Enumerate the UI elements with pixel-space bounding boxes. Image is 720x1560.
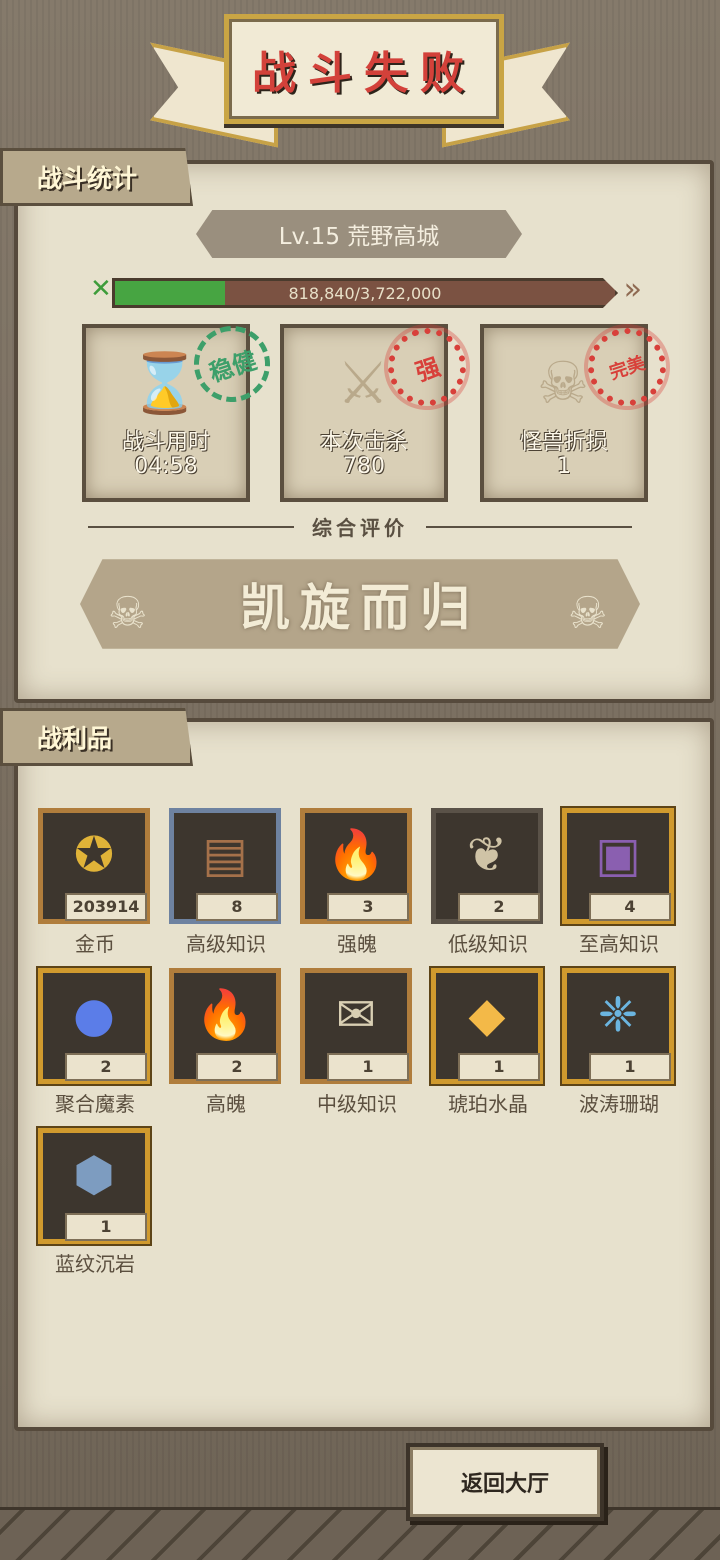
progress-bar: ✕ 818,840/3,722,000 »: [90, 272, 642, 308]
loot-tab-label: 战利品: [37, 724, 113, 753]
hourglass-icon: ⌛: [128, 348, 202, 417]
rating-banner: 凯旋而归: [80, 559, 640, 649]
loot-frame: 🔥 3: [300, 808, 412, 924]
loot-item[interactable]: ⬢ 1 蓝纹沉岩: [34, 1128, 156, 1278]
loot-count: 1: [458, 1053, 540, 1081]
return-button-label: 返回大厅: [460, 1472, 549, 1497]
progress-text: 818,840/3,722,000: [288, 283, 442, 303]
loot-count: 2: [458, 893, 540, 921]
loot-name: 中级知识: [317, 1092, 397, 1116]
loot-frame: ❈ 1: [562, 968, 674, 1084]
banner-main: 战斗失败: [224, 14, 504, 124]
dragon-skull-left-icon: ☠: [108, 588, 148, 639]
stat-card-losses: ☠ 完美 怪兽折损 1: [480, 317, 677, 502]
loot-name: 聚合魔素: [55, 1092, 135, 1116]
level-title: Lv.15 荒野高城: [278, 224, 440, 250]
loot-count: 203914: [65, 893, 147, 921]
loot-item[interactable]: ✉ 1 中级知识: [296, 968, 418, 1118]
loot-item[interactable]: ❦ 2 低级知识: [427, 808, 549, 958]
stat-value: 780: [343, 454, 385, 479]
title-banner: 战斗失败: [150, 14, 570, 132]
purple-book-icon: ▣: [595, 827, 641, 883]
bottom-decor-strip: [0, 1507, 720, 1560]
stat-label: 战斗用时: [121, 430, 210, 455]
progress-track: 818,840/3,722,000: [112, 278, 618, 308]
loot-frame: ▣ 4: [562, 808, 674, 924]
book-icon: ▤: [202, 827, 248, 883]
loot-name: 至高知识: [579, 932, 659, 956]
battle-stats-tab: 战斗统计: [0, 148, 193, 206]
stat-value: 1: [557, 454, 571, 479]
rating-value: 凯旋而归: [240, 579, 480, 637]
rating-divider-left: [88, 526, 294, 528]
scroll-icon: ❦: [466, 827, 508, 883]
coral-icon: ❈: [597, 987, 639, 1043]
loot-name: 琥珀水晶: [448, 1092, 528, 1116]
magic-orb-icon: ●: [73, 987, 115, 1043]
blue-rock-icon: ⬢: [73, 1147, 115, 1203]
rolled-scroll-icon: ✉: [335, 987, 377, 1043]
loot-name: 低级知识: [448, 932, 528, 956]
progress-cap-left-icon: ✕: [90, 274, 112, 304]
loot-item[interactable]: ▤ 8 高级知识: [165, 808, 287, 958]
loot-count: 1: [589, 1053, 671, 1081]
loot-frame: ❦ 2: [431, 808, 543, 924]
loot-frame: ◆ 1: [431, 968, 543, 1084]
loot-count: 4: [589, 893, 671, 921]
loot-count: 8: [196, 893, 278, 921]
loot-frame: ● 2: [38, 968, 150, 1084]
loot-item[interactable]: 🔥 3 强魄: [296, 808, 418, 958]
stat-label: 怪兽折损: [519, 430, 608, 455]
loot-frame: ✉ 1: [300, 968, 412, 1084]
loot-item[interactable]: 🔥 2 高魄: [165, 968, 287, 1118]
loot-count: 2: [65, 1053, 147, 1081]
flame-icon: 🔥: [326, 827, 386, 883]
loot-name: 金币: [75, 932, 115, 956]
stat-card-kills: ⚔ 强 本次击杀 780: [280, 317, 477, 502]
loot-name: 高级知识: [186, 932, 266, 956]
loot-name: 蓝纹沉岩: [55, 1252, 135, 1276]
rating-divider-right: [426, 526, 632, 528]
loot-frame: ✪ 203914: [38, 808, 150, 924]
loot-count: 3: [327, 893, 409, 921]
stat-label: 本次击杀: [319, 430, 408, 455]
rating-label: 综合评价: [312, 516, 408, 540]
loot-name: 强魄: [337, 932, 377, 956]
loot-count: 1: [327, 1053, 409, 1081]
big-flame-icon: 🔥: [195, 987, 255, 1043]
loot-count: 1: [65, 1213, 147, 1241]
loot-frame: ▤ 8: [169, 808, 281, 924]
loot-tab: 战利品: [0, 708, 193, 766]
gold-coin-icon: ✪: [73, 827, 115, 883]
return-to-lobby-button[interactable]: 返回大厅: [406, 1443, 604, 1521]
loot-name: 高魄: [206, 1092, 246, 1116]
progress-cap-right-icon: »: [623, 272, 642, 307]
amber-crystal-icon: ◆: [468, 987, 506, 1043]
loot-item[interactable]: ● 2 聚合魔素: [34, 968, 156, 1118]
battle-stats-tab-label: 战斗统计: [37, 164, 138, 193]
loot-item[interactable]: ◆ 1 琥珀水晶: [427, 968, 549, 1118]
loot-item[interactable]: ✪ 203914 金币: [34, 808, 156, 958]
page-title: 战斗失败: [252, 48, 476, 99]
level-header: Lv.15 荒野高城: [196, 210, 522, 258]
loot-frame: 🔥 2: [169, 968, 281, 1084]
stat-value: 04:58: [134, 454, 198, 479]
loot-frame: ⬢ 1: [38, 1128, 150, 1244]
dragon-skull-right-icon: ☠: [568, 588, 608, 639]
loot-name: 波涛珊瑚: [579, 1092, 659, 1116]
stat-card-time: ⌛ 稳健 战斗用时 04:58: [82, 316, 280, 502]
loot-item[interactable]: ▣ 4 至高知识: [558, 808, 680, 958]
loot-item[interactable]: ❈ 1 波涛珊瑚: [558, 968, 680, 1118]
loot-count: 2: [196, 1053, 278, 1081]
